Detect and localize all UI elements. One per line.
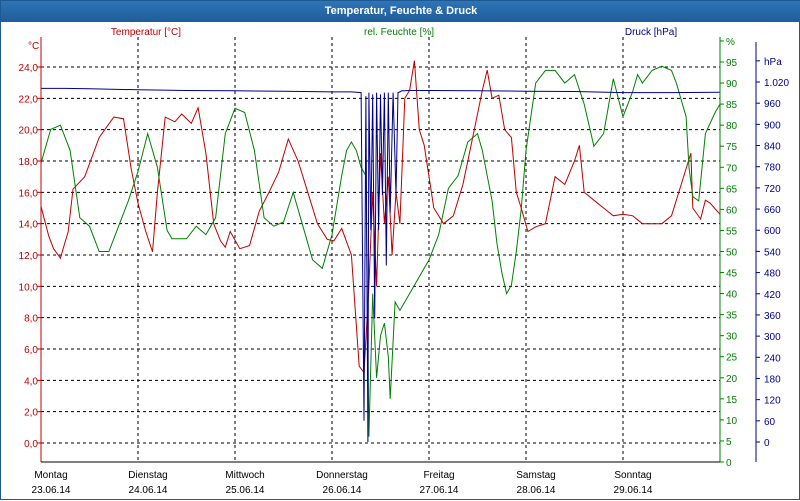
chart-window: Temperatur, Feuchte & Druck 0,0 2,0 4,0 6,0… [0,0,800,500]
humidity-tick-label: 15 [726,395,738,406]
humidity-tick-label: 35 [726,311,738,322]
x-tick-date-label: 24.06.14 [129,485,168,496]
pressure-series-line [41,87,721,443]
pressure-tick-label: 420 [764,290,781,301]
temperature-tick-label: 16,0 [19,188,39,199]
x-tick-day-label: Dienstag [128,470,167,481]
x-tick-day-label: Montag [34,470,67,481]
pressure-tick-label: 180 [764,374,781,385]
x-tick-date-label: 28.06.14 [517,485,556,496]
pressure-unit-label: hPa [764,57,782,68]
humidity-unit-label: % [726,37,735,48]
pressure-tick-label: 300 [764,332,781,343]
humidity-tick-label: 30 [726,332,738,343]
temperature-tick-label: 10,0 [19,282,39,293]
x-tick-date-label: 25.06.14 [226,485,265,496]
temperature-tick-label: 0,0 [24,439,38,450]
humidity-tick-label: 25 [726,353,738,364]
humidity-tick-label: 95 [726,58,738,69]
humidity-series-label: rel. Feuchte [%] [364,27,434,38]
temperature-tick-label: 20,0 [19,126,39,137]
humidity-tick-label: 5 [726,437,732,448]
temperature-tick-label: 22,0 [19,94,39,105]
pressure-tick-label: 780 [764,163,781,174]
x-tick-day-label: Sonntag [614,470,651,481]
x-tick-day-label: Freitag [423,470,454,481]
humidity-tick-label: 80 [726,121,738,132]
humidity-tick-label: 45 [726,269,738,280]
pressure-tick-label: 660 [764,205,781,216]
humidity-tick-label: 55 [726,226,738,237]
temperature-tick-label: 4,0 [24,376,38,387]
humidity-tick-label: 65 [726,184,738,195]
pressure-tick-label: 840 [764,142,781,153]
pressure-tick-label: 60 [764,417,776,428]
humidity-tick-label: 85 [726,100,738,111]
temperature-unit-label: °C [28,41,39,52]
temperature-series-label: Temperatur [°C] [111,27,181,38]
pressure-tick-label: 120 [764,396,781,407]
temperature-tick-label: 12,0 [19,251,39,262]
temperature-tick-label: 18,0 [19,157,39,168]
humidity-tick-label: 60 [726,205,738,216]
humidity-tick-label: 20 [726,374,738,385]
x-tick-day-label: Donnerstag [316,470,368,481]
x-tick-date-label: 29.06.14 [614,485,653,496]
temperature-tick-label: 6,0 [24,345,38,356]
temperature-tick-label: 8,0 [24,314,38,325]
x-tick-day-label: Mittwoch [225,470,264,481]
chart-canvas: 0,0 2,0 4,0 6,0 8,0 10,0 12,0 14,0 16,0 18,0 20,0 2… [19,27,790,496]
pressure-tick-label: 600 [764,226,781,237]
pressure-tick-label: 0 [764,438,770,449]
temperature-tick-label: 2,0 [24,408,38,419]
temperature-tick-label: 14,0 [19,220,39,231]
pressure-tick-label: 720 [764,184,781,195]
x-tick-date-label: 26.06.14 [323,485,362,496]
humidity-tick-label: 0 [726,458,732,469]
x-tick-date-label: 27.06.14 [420,485,459,496]
temperature-tick-label: 24,0 [19,63,39,74]
humidity-tick-label: 70 [726,163,738,174]
humidity-tick-label: 75 [726,142,738,153]
pressure-tick-label: 480 [764,269,781,280]
pressure-tick-label: 540 [764,247,781,258]
pressure-tick-label: 360 [764,311,781,322]
x-tick-day-label: Samstag [516,470,555,481]
x-tick-date-label: 23.06.14 [32,485,71,496]
pressure-series-label: Druck [hPa] [625,27,677,38]
pressure-tick-label: 240 [764,353,781,364]
humidity-tick-label: 50 [726,247,738,258]
pressure-tick-label: 900 [764,120,781,131]
humidity-tick-label: 90 [726,79,738,90]
humidity-tick-label: 10 [726,416,738,427]
pressure-tick-label: 960 [764,99,781,110]
pressure-tick-label: 1.020 [764,78,789,89]
humidity-tick-label: 40 [726,290,738,301]
